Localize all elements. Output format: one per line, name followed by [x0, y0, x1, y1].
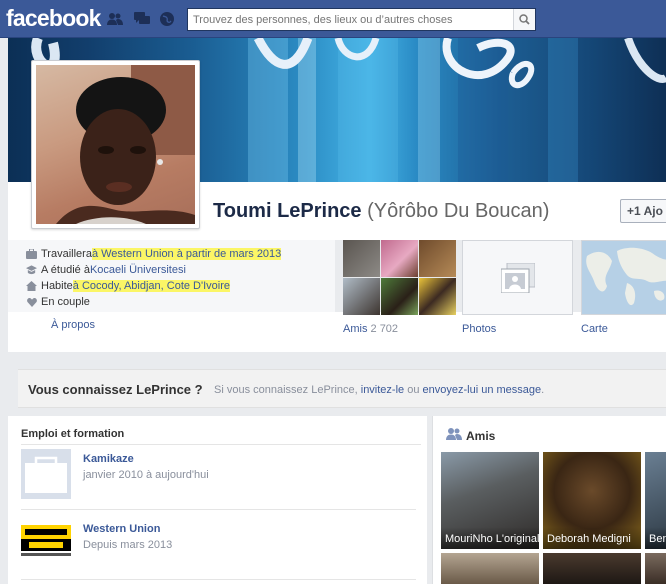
map-tile-label[interactable]: Carte	[581, 323, 608, 335]
profile-picture[interactable]	[31, 60, 200, 229]
building-icon	[25, 456, 67, 493]
search-box	[187, 8, 536, 31]
messages-icon[interactable]	[134, 11, 150, 27]
info-relationship: En couple	[26, 295, 90, 309]
heart-icon	[26, 297, 37, 308]
briefcase-icon	[26, 249, 37, 260]
info-study: A étudié à Kocaeli Üniversitesi	[26, 263, 186, 277]
info-relationship-text: En couple	[41, 296, 90, 308]
info-study-prefix: A étudié à	[41, 264, 90, 276]
world-map-icon	[586, 247, 666, 306]
friend-card[interactable]: MouriNho L'original	[441, 452, 539, 549]
invite-link[interactable]: invitez-le	[361, 384, 404, 396]
friends-icon	[446, 428, 462, 440]
info-lives-link[interactable]: à Cocody, Abidjan, Cote D'Ivoire	[72, 280, 230, 292]
photos-icon	[501, 263, 535, 293]
friend-thumb	[381, 278, 418, 315]
friends-tile-label[interactable]: Amis 2 702	[343, 323, 398, 335]
home-icon	[26, 281, 37, 292]
info-work: Travaillera à Western Union à partir de …	[26, 247, 282, 261]
send-message-link[interactable]: envoyez-lui un message	[423, 384, 542, 396]
profile-alternate-name: (Yôrôbo Du Boucan)	[367, 200, 550, 222]
friend-thumb	[419, 278, 456, 315]
friend-card[interactable]	[543, 553, 641, 584]
photos-tile[interactable]	[462, 240, 573, 315]
search-input[interactable]	[188, 9, 512, 30]
job-dates: janvier 2010 à aujourd'hui	[83, 469, 209, 481]
profile-photo-image	[36, 65, 195, 224]
know-person-title: Vous connaissez LePrince ?	[28, 382, 203, 397]
friends-count: 2 702	[370, 323, 399, 335]
know-person-text: Si vous connaissez LePrince, invitez-le …	[214, 384, 544, 396]
job-dates: Depuis mars 2013	[83, 539, 173, 551]
map-tile[interactable]	[581, 240, 666, 315]
header-bottom-area	[8, 312, 666, 352]
job-title[interactable]: Kamikaze	[83, 453, 134, 465]
friend-card[interactable]	[441, 553, 539, 584]
friend-card[interactable]: Deborah Medigni	[543, 452, 641, 549]
friends-section-title[interactable]: Amis	[466, 429, 495, 443]
job-logo-western-union[interactable]	[21, 521, 71, 561]
friend-name: MouriNho L'original	[441, 527, 539, 549]
friends-label: Amis	[343, 323, 368, 335]
graduation-cap-icon	[26, 265, 37, 276]
western-union-logo-icon	[21, 525, 71, 556]
friend-thumb	[419, 240, 456, 277]
info-study-link[interactable]: Kocaeli Üniversitesi	[90, 264, 186, 276]
job-logo-kamikaze[interactable]	[21, 449, 71, 499]
friend-requests-icon[interactable]	[107, 11, 123, 27]
photos-tile-label[interactable]: Photos	[462, 323, 496, 335]
friend-card[interactable]	[645, 553, 666, 584]
info-work-prefix: Travaillera	[41, 248, 92, 260]
work-education-title: Emploi et formation	[21, 428, 125, 440]
section-divider	[21, 444, 421, 445]
search-button[interactable]	[513, 9, 535, 30]
top-bar: facebook	[0, 0, 666, 38]
know-person-bar: Vous connaissez LePrince ? Si vous conna…	[18, 369, 666, 408]
friend-card[interactable]: Ben	[645, 452, 666, 549]
friend-name: Ben	[645, 527, 666, 549]
profile-name-main[interactable]: Toumi LePrince	[213, 200, 362, 222]
friend-name: Deborah Medigni	[543, 527, 641, 549]
profile-name: Toumi LePrince (Yôrôbo Du Boucan)	[213, 200, 549, 223]
info-work-link[interactable]: à Western Union à partir de mars 2013	[91, 248, 282, 260]
notifications-icon[interactable]	[159, 11, 175, 27]
know-person-period: .	[541, 384, 545, 396]
search-icon	[519, 14, 530, 25]
friends-tile[interactable]	[343, 240, 456, 315]
about-link[interactable]: À propos	[51, 319, 95, 331]
info-lives-prefix: Habite	[41, 280, 73, 292]
know-person-or: ou	[404, 384, 423, 396]
job-title[interactable]: Western Union	[83, 523, 160, 535]
add-friend-button[interactable]: +1 Ajo	[620, 199, 666, 223]
friend-thumb	[343, 278, 380, 315]
know-person-prefix: Si vous connaissez LePrince,	[214, 384, 361, 396]
facebook-logo[interactable]: facebook	[6, 5, 101, 32]
job-divider	[21, 579, 416, 580]
job-divider	[21, 509, 416, 510]
friend-thumb	[343, 240, 380, 277]
friend-thumb	[381, 240, 418, 277]
info-lives: Habite à Cocody, Abidjan, Cote D'Ivoire	[26, 279, 230, 293]
